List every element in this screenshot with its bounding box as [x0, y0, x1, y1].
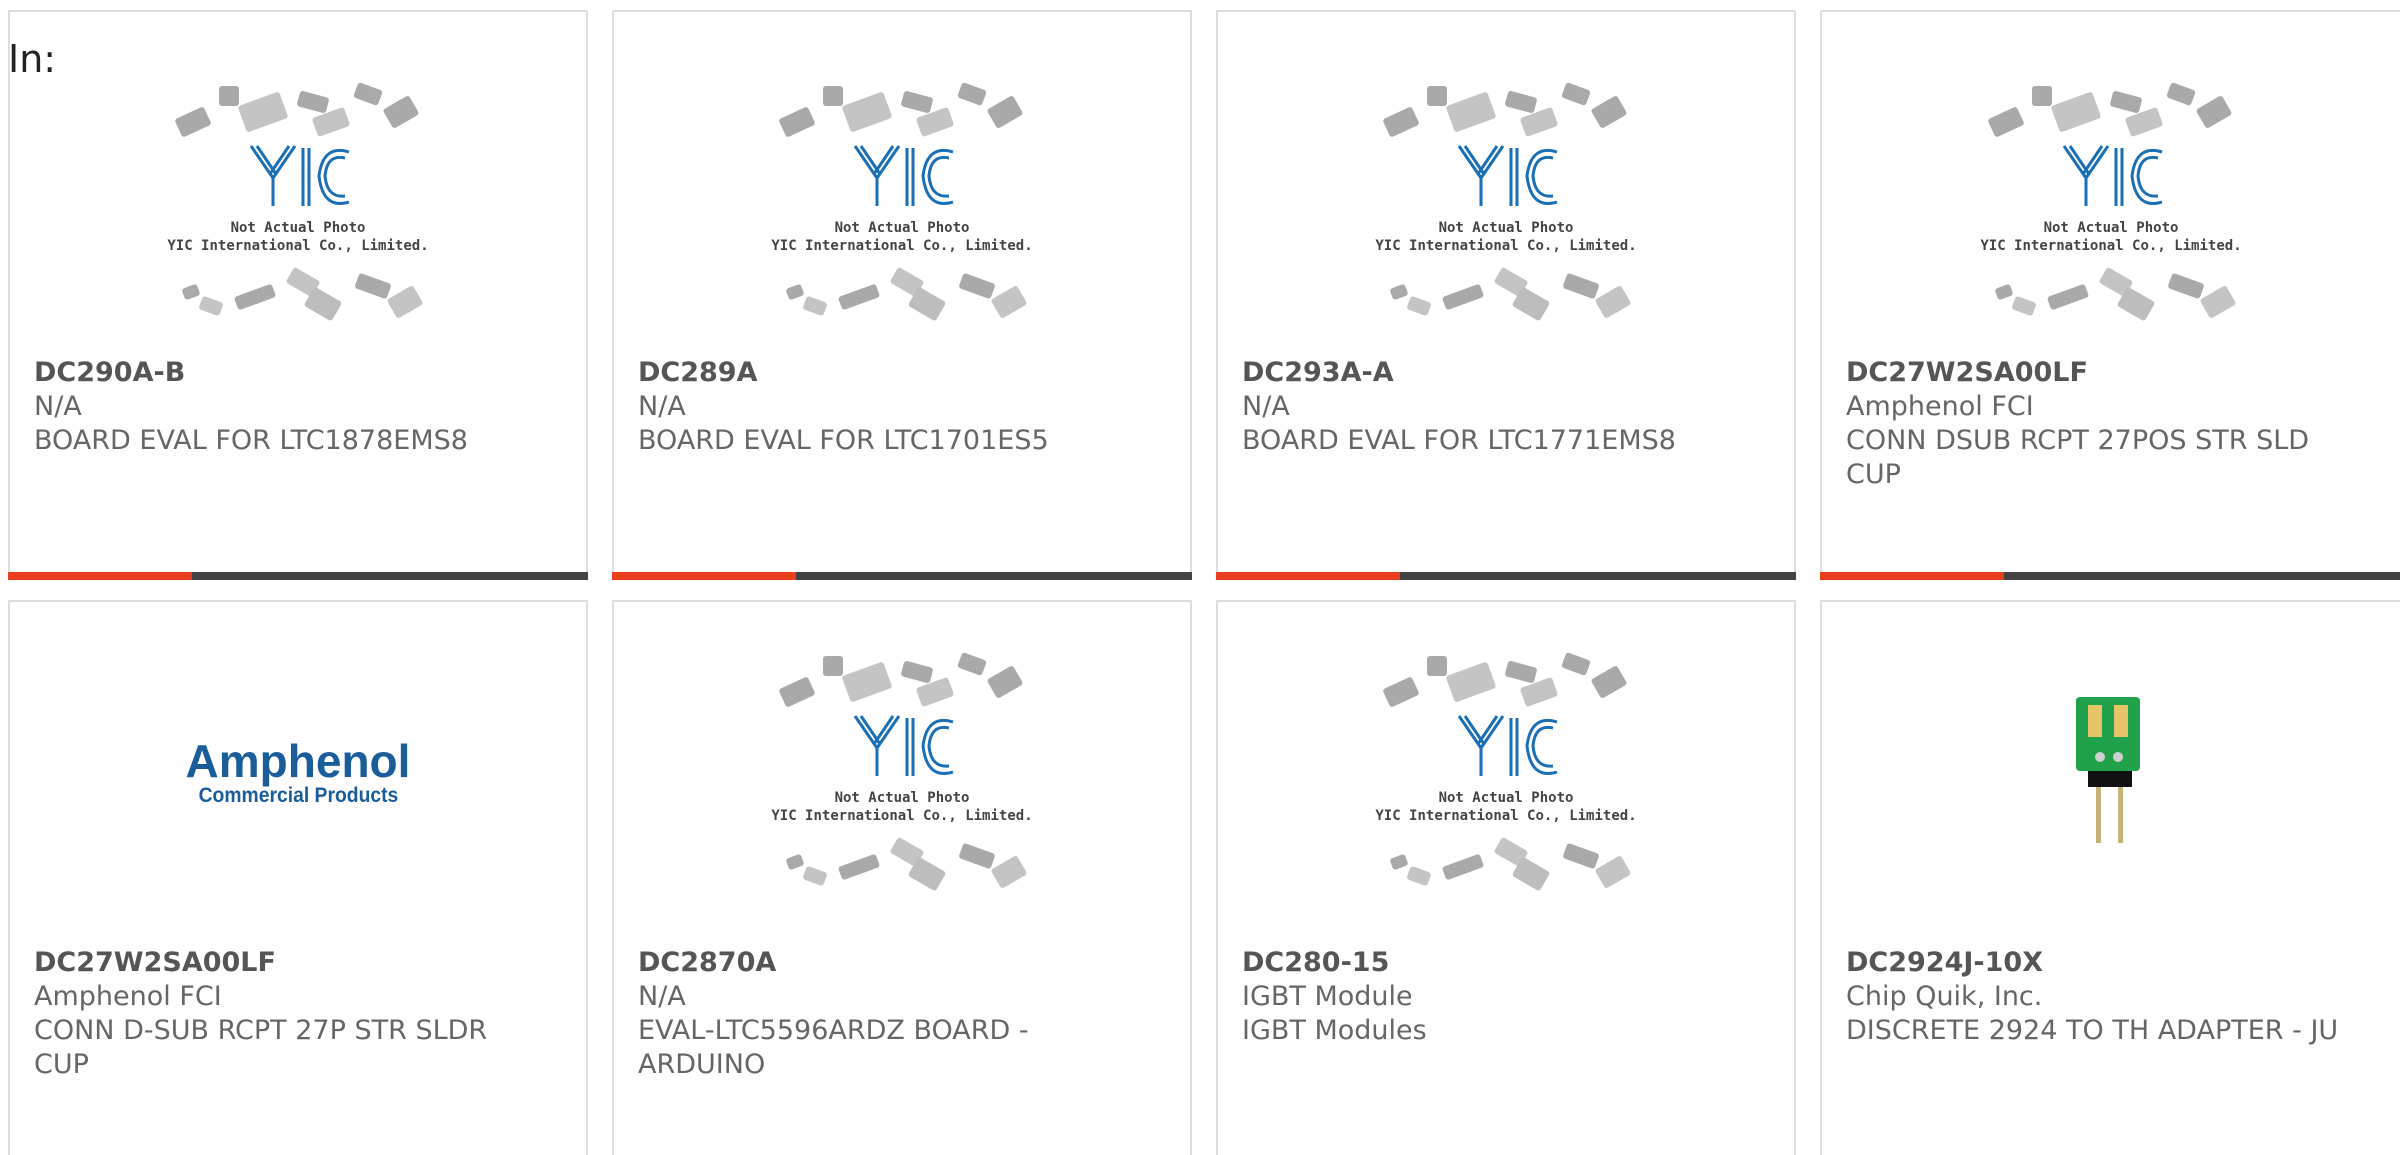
product-card[interactable]: Amphenol Commercial Products DC27W2SA00L… — [8, 600, 588, 1155]
product-info: DC27W2SA00LF Amphenol FCI CONN D-SUB RCPT … — [34, 946, 546, 1082]
product-card[interactable]: Not Actual Photo YIC International Co., … — [1820, 10, 2400, 580]
product-card[interactable]: Not Actual Photo YIC International Co., … — [1216, 10, 1796, 580]
product-info: DC293A-A N/A BOARD EVAL FOR LTC1771EMS8 — [1242, 356, 1754, 458]
not-actual-photo-text: Not Actual Photo — [231, 220, 366, 236]
manufacturer: Amphenol FCI — [34, 981, 222, 1012]
product-info: DC2924J-10X Chip Quik, Inc. DISCRETE 2924 … — [1846, 946, 2360, 1048]
product-card[interactable]: Not Actual Photo YIC International Co., … — [612, 10, 1192, 580]
product-image[interactable]: Not Actual Photo YIC International Co., … — [614, 602, 1190, 942]
product-info: DC280-15 IGBT Module IGBT Modules — [1242, 946, 1754, 1048]
part-number-link[interactable]: DC289A — [638, 356, 1150, 390]
yic-company-text: YIC International Co., Limited. — [771, 808, 1032, 824]
product-info: DC27W2SA00LF Amphenol FCI CONN DSUB RCPT 2… — [1846, 356, 2360, 492]
product-card[interactable]: DC2924J-10X Chip Quik, Inc. DISCRETE 2924 … — [1820, 600, 2400, 1155]
description: CONN D-SUB RCPT 27P STR SLDR CUP — [34, 1015, 488, 1080]
description: EVAL-LTC5596ARDZ BOARD - ARDUINO — [638, 1015, 1029, 1080]
description: DISCRETE 2924 TO TH ADAPTER - JU — [1846, 1015, 2339, 1046]
manufacturer: N/A — [34, 391, 82, 422]
yic-company-text: YIC International Co., Limited. — [1375, 238, 1636, 254]
manufacturer: N/A — [1242, 391, 1290, 422]
yic-company-text: YIC International Co., Limited. — [167, 238, 428, 254]
amphenol-logo: Amphenol Commercial Products — [186, 737, 411, 807]
manufacturer: IGBT Module — [1242, 981, 1413, 1012]
part-number-link[interactable]: DC2870A — [638, 946, 1150, 980]
manufacturer: Chip Quik, Inc. — [1846, 981, 2043, 1012]
product-card[interactable]: Not Actual Photo YIC International Co., … — [1216, 600, 1796, 1155]
card-accent-bar — [1820, 572, 2004, 580]
product-info: DC290A-B N/A BOARD EVAL FOR LTC1878EMS8 — [34, 356, 546, 458]
card-accent-bar — [612, 572, 796, 580]
description: BOARD EVAL FOR LTC1771EMS8 — [1242, 425, 1676, 456]
manufacturer: N/A — [638, 981, 686, 1012]
card-accent-bar — [8, 572, 192, 580]
card-accent-bar — [1216, 572, 1400, 580]
card-bottom-bar — [1216, 572, 1796, 580]
part-number-link[interactable]: DC27W2SA00LF — [1846, 356, 2360, 390]
description: IGBT Modules — [1242, 1015, 1427, 1046]
filter-label: In: — [8, 37, 57, 81]
product-card[interactable]: Not Actual Photo YIC International Co., … — [8, 10, 588, 580]
yic-company-text: YIC International Co., Limited. — [1375, 808, 1636, 824]
product-image[interactable]: Not Actual Photo YIC International Co., … — [1218, 602, 1794, 942]
part-number-link[interactable]: DC27W2SA00LF — [34, 946, 546, 980]
not-actual-photo-text: Not Actual Photo — [1439, 790, 1574, 806]
product-image[interactable]: Amphenol Commercial Products — [10, 602, 586, 942]
not-actual-photo-text: Not Actual Photo — [835, 220, 970, 236]
part-number-link[interactable]: DC280-15 — [1242, 946, 1754, 980]
amphenol-logo-line2: Commercial Products — [198, 784, 398, 807]
not-actual-photo-text: Not Actual Photo — [1439, 220, 1574, 236]
description: CONN DSUB RCPT 27POS STR SLD CUP — [1846, 425, 2310, 490]
yic-company-text: YIC International Co., Limited. — [1980, 238, 2241, 254]
product-card[interactable]: Not Actual Photo YIC International Co., … — [612, 600, 1192, 1155]
description: BOARD EVAL FOR LTC1701ES5 — [638, 425, 1049, 456]
yic-company-text: YIC International Co., Limited. — [771, 238, 1032, 254]
card-bottom-bar — [8, 572, 588, 580]
not-actual-photo-text: Not Actual Photo — [2044, 220, 2179, 236]
amphenol-logo-line1: Amphenol — [185, 735, 411, 787]
product-image[interactable]: Not Actual Photo YIC International Co., … — [1218, 12, 1794, 352]
product-image[interactable]: Not Actual Photo YIC International Co., … — [10, 12, 586, 352]
product-image[interactable]: Not Actual Photo YIC International Co., … — [1822, 12, 2400, 352]
product-info: DC289A N/A BOARD EVAL FOR LTC1701ES5 — [638, 356, 1150, 458]
product-grid-page: In: Not Actual Photo YIC International C… — [0, 0, 2400, 1155]
manufacturer: N/A — [638, 391, 686, 422]
card-bottom-bar — [612, 572, 1192, 580]
card-bottom-bar — [1820, 572, 2400, 580]
description: BOARD EVAL FOR LTC1878EMS8 — [34, 425, 468, 456]
product-info: DC2870A N/A EVAL-LTC5596ARDZ BOARD - ARDUI… — [638, 946, 1150, 1082]
part-number-link[interactable]: DC2924J-10X — [1846, 946, 2360, 980]
product-image[interactable] — [1822, 602, 2400, 942]
part-number-link[interactable]: DC293A-A — [1242, 356, 1754, 390]
part-number-link[interactable]: DC290A-B — [34, 356, 546, 390]
manufacturer: Amphenol FCI — [1846, 391, 2034, 422]
product-image[interactable]: Not Actual Photo YIC International Co., … — [614, 12, 1190, 352]
not-actual-photo-text: Not Actual Photo — [835, 790, 970, 806]
